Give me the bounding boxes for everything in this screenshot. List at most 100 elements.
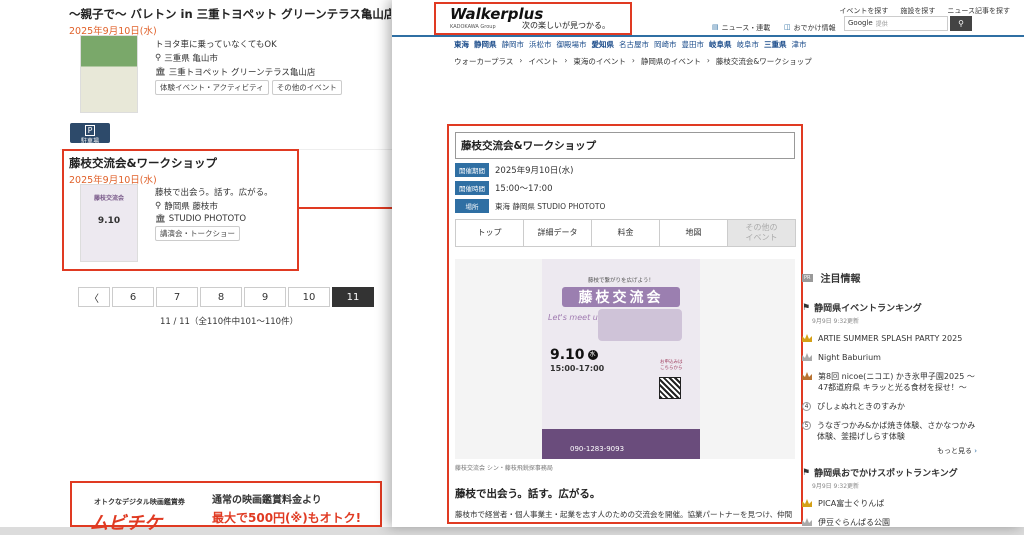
ranking-title[interactable]: 静岡県イベントランキング <box>814 301 922 314</box>
ranking-item[interactable]: 5 うなぎつかみ&かば焼き体験、さかなつかみ体験、釜揚げしらす体験 <box>802 420 977 442</box>
ranking-item[interactable]: 伊豆ぐらんぱる公園 <box>802 517 977 527</box>
pager-page[interactable]: 10 <box>288 287 330 307</box>
ranking-item[interactable]: PICA富士ぐりんぱ <box>802 498 977 509</box>
ad-line1: 通常の映画鑑賞料金より <box>212 495 322 506</box>
flag-icon: ⚑ <box>802 467 811 478</box>
city-link[interactable]: 岐阜県 <box>709 39 732 50</box>
search-button[interactable]: ⚲ <box>950 16 972 31</box>
breadcrumb-item[interactable]: 静岡県のイベント <box>641 56 701 67</box>
event-poster: 藤枝で繋がりを広げよう！ 藤枝交流会 Let's meet up! 9.10 水… <box>542 259 700 459</box>
time-label: 開催時間 <box>455 181 489 195</box>
poster-header: 藤枝で繋がりを広げよう！ <box>587 278 654 284</box>
search-provider: 提供 <box>875 21 888 28</box>
city-link[interactable]: 津市 <box>792 39 807 50</box>
sidebar-heading: 注目情報 <box>820 274 861 285</box>
event-item-1[interactable]: 〜親子で〜 バレトン in 三重トヨペット グリーンテラス亀山店（9月） 202… <box>69 6 391 37</box>
poster-illustration <box>598 309 682 341</box>
tab-map[interactable]: 地図 <box>659 219 728 247</box>
event-title-box: 藤枝交流会&ワークショップ <box>455 132 795 159</box>
poster-date: 9.10 <box>550 347 585 363</box>
tab-details[interactable]: 詳細データ <box>523 219 592 247</box>
pagination: 〈 6 7 8 9 10 11 <box>78 287 374 307</box>
city-link[interactable]: 豊田市 <box>682 39 705 50</box>
event-date-value: 2025年9月10日(水) <box>495 166 574 176</box>
poster-footer: 090-1283-9093 <box>542 429 700 459</box>
nav-news[interactable]: ▤ ニュース・連載 <box>712 23 770 33</box>
poster-area: 藤枝で繋がりを広げよう！ 藤枝交流会 Let's meet up! 9.10 水… <box>455 259 795 459</box>
pager-page[interactable]: 9 <box>244 287 286 307</box>
ranking-item[interactable]: Night Baburium <box>802 352 977 363</box>
pager-page[interactable]: 7 <box>156 287 198 307</box>
tag-chip[interactable]: 体験イベント・アクティビティ <box>155 80 269 95</box>
date-label: 開催期間 <box>455 163 489 177</box>
city-link[interactable]: 東海 <box>454 39 469 50</box>
ranking-updated: 9月9日 9:32更新 <box>812 483 860 490</box>
poster-phone: 090-1283-9093 <box>570 445 625 453</box>
rank-number: 4 <box>802 402 811 411</box>
find-facility-link[interactable]: 施設を探す <box>900 6 935 16</box>
poster-time: 15:00-17:00 <box>550 364 605 373</box>
pr-badge: PR <box>802 273 813 282</box>
tab-price[interactable]: 料金 <box>591 219 660 247</box>
poster-qr-label: お申込みは こちらから <box>660 360 683 371</box>
poster-weekday: 水 <box>587 350 598 360</box>
event-tabs: トップ 詳細データ 料金 地図 その他の イベント <box>455 219 796 247</box>
crown-gold-icon <box>802 334 812 342</box>
parking-badge: P 駐車場 <box>70 123 110 145</box>
city-link[interactable]: 愛知県 <box>592 39 615 50</box>
rank-number: 5 <box>802 421 811 430</box>
pager-page[interactable]: 6 <box>112 287 154 307</box>
find-event-link[interactable]: イベントを探す <box>839 6 888 16</box>
breadcrumb: ウォーカープラス › イベント › 東海のイベント › 静岡県のイベント › 藤枝交流会… <box>454 56 812 67</box>
logo-sub: KADOKAWA Group <box>450 24 496 30</box>
detail-page: Walkerplus KADOKAWA Group 次の楽しいが見つかる。 イベ… <box>392 0 1024 527</box>
building-icon: 🏛 <box>155 67 166 77</box>
pin-icon: ⚲ <box>155 53 162 63</box>
event-thumbnail[interactable] <box>80 35 138 113</box>
poster-title: 藤枝交流会 <box>562 287 680 307</box>
breadcrumb-item[interactable]: ウォーカープラス <box>454 56 513 67</box>
breadcrumb-item: 藤枝交流会&ワークショップ <box>715 57 812 66</box>
google-brand: Google <box>848 19 873 27</box>
city-link[interactable]: 浜松市 <box>529 39 552 50</box>
sidebar: PR 注目情報 ⚑ 静岡県イベントランキング 9月9日 9:32更新 ARTIE… <box>802 270 977 527</box>
crown-silver-icon <box>802 518 812 526</box>
ad-line2: 最大で500円(※)もオトク! <box>212 511 362 525</box>
chevron-right-icon: › <box>974 447 977 455</box>
city-link[interactable]: 岐阜市 <box>737 39 760 50</box>
image-credit: 藤枝交流会 シン・藤枝飛鋭探事務局 <box>455 465 553 472</box>
tab-other-events: その他の イベント <box>727 219 796 247</box>
city-link[interactable]: 静岡県 <box>474 39 497 50</box>
pager-summary: 11 / 11（全110件中101〜110件） <box>160 317 299 327</box>
nav-odekake[interactable]: ◫ おでかけ情報 <box>784 23 836 33</box>
left-panel: 〜親子で〜 バレトン in 三重トヨペット グリーンテラス亀山店（9月） 202… <box>0 0 398 534</box>
tag-chip[interactable]: その他のイベント <box>271 80 342 95</box>
city-link[interactable]: 御殿場市 <box>557 39 587 50</box>
city-link[interactable]: 名古屋市 <box>619 39 649 50</box>
ranking-title[interactable]: 静岡県おでかけスポットランキング <box>814 466 958 479</box>
breadcrumb-item[interactable]: 東海のイベント <box>573 56 626 67</box>
city-link[interactable]: 三重県 <box>764 39 787 50</box>
event-venue: 三重トヨペット グリーンテラス亀山店 <box>168 68 316 78</box>
search-box[interactable]: Google 提供 <box>844 16 948 31</box>
event-title[interactable]: 〜親子で〜 バレトン in 三重トヨペット グリーンテラス亀山店（9月） <box>69 6 391 22</box>
parking-label: 駐車場 <box>80 138 99 145</box>
ranking-item[interactable]: 4 ぴしょぬれときのすみか <box>802 401 977 412</box>
ranking-item[interactable]: 第8回 nicoe(ニコエ) かき氷甲子園2025 〜47都道府県 キラッと光る… <box>802 371 977 393</box>
event-body: 藤枝市で経営者・個人事業主・起業を志す人のための交流会を開催。協業パートナーを見… <box>455 510 793 519</box>
qr-code-icon[interactable] <box>659 377 681 399</box>
tagline: 次の楽しいが見つかる。 <box>522 21 610 30</box>
tab-top[interactable]: トップ <box>455 219 524 247</box>
breadcrumb-item[interactable]: イベント <box>528 56 558 67</box>
event-location: 三重県 亀山市 <box>164 54 218 64</box>
pager-page[interactable]: 8 <box>200 287 242 307</box>
pager-prev[interactable]: 〈 <box>78 287 110 307</box>
pager-page-active[interactable]: 11 <box>332 287 374 307</box>
city-link[interactable]: 静岡市 <box>502 39 525 50</box>
city-link[interactable]: 岡崎市 <box>654 39 677 50</box>
find-news-link[interactable]: ニュース記事を探す <box>947 6 1010 16</box>
more-link[interactable]: もっと見る › <box>802 446 977 456</box>
event-details-1: トヨタ車に乗っていなくてもOK ⚲ 三重県 亀山市 🏛 三重トヨペット グリーンテラ… <box>155 36 385 95</box>
ranking-item[interactable]: ARTIE SUMMER SPLASH PARTY 2025 <box>802 333 977 344</box>
ad-banner[interactable]: オトクなデジタル映画鑑賞券 ムビチケ 通常の映画鑑賞料金より 最大で500円(※… <box>70 481 382 534</box>
